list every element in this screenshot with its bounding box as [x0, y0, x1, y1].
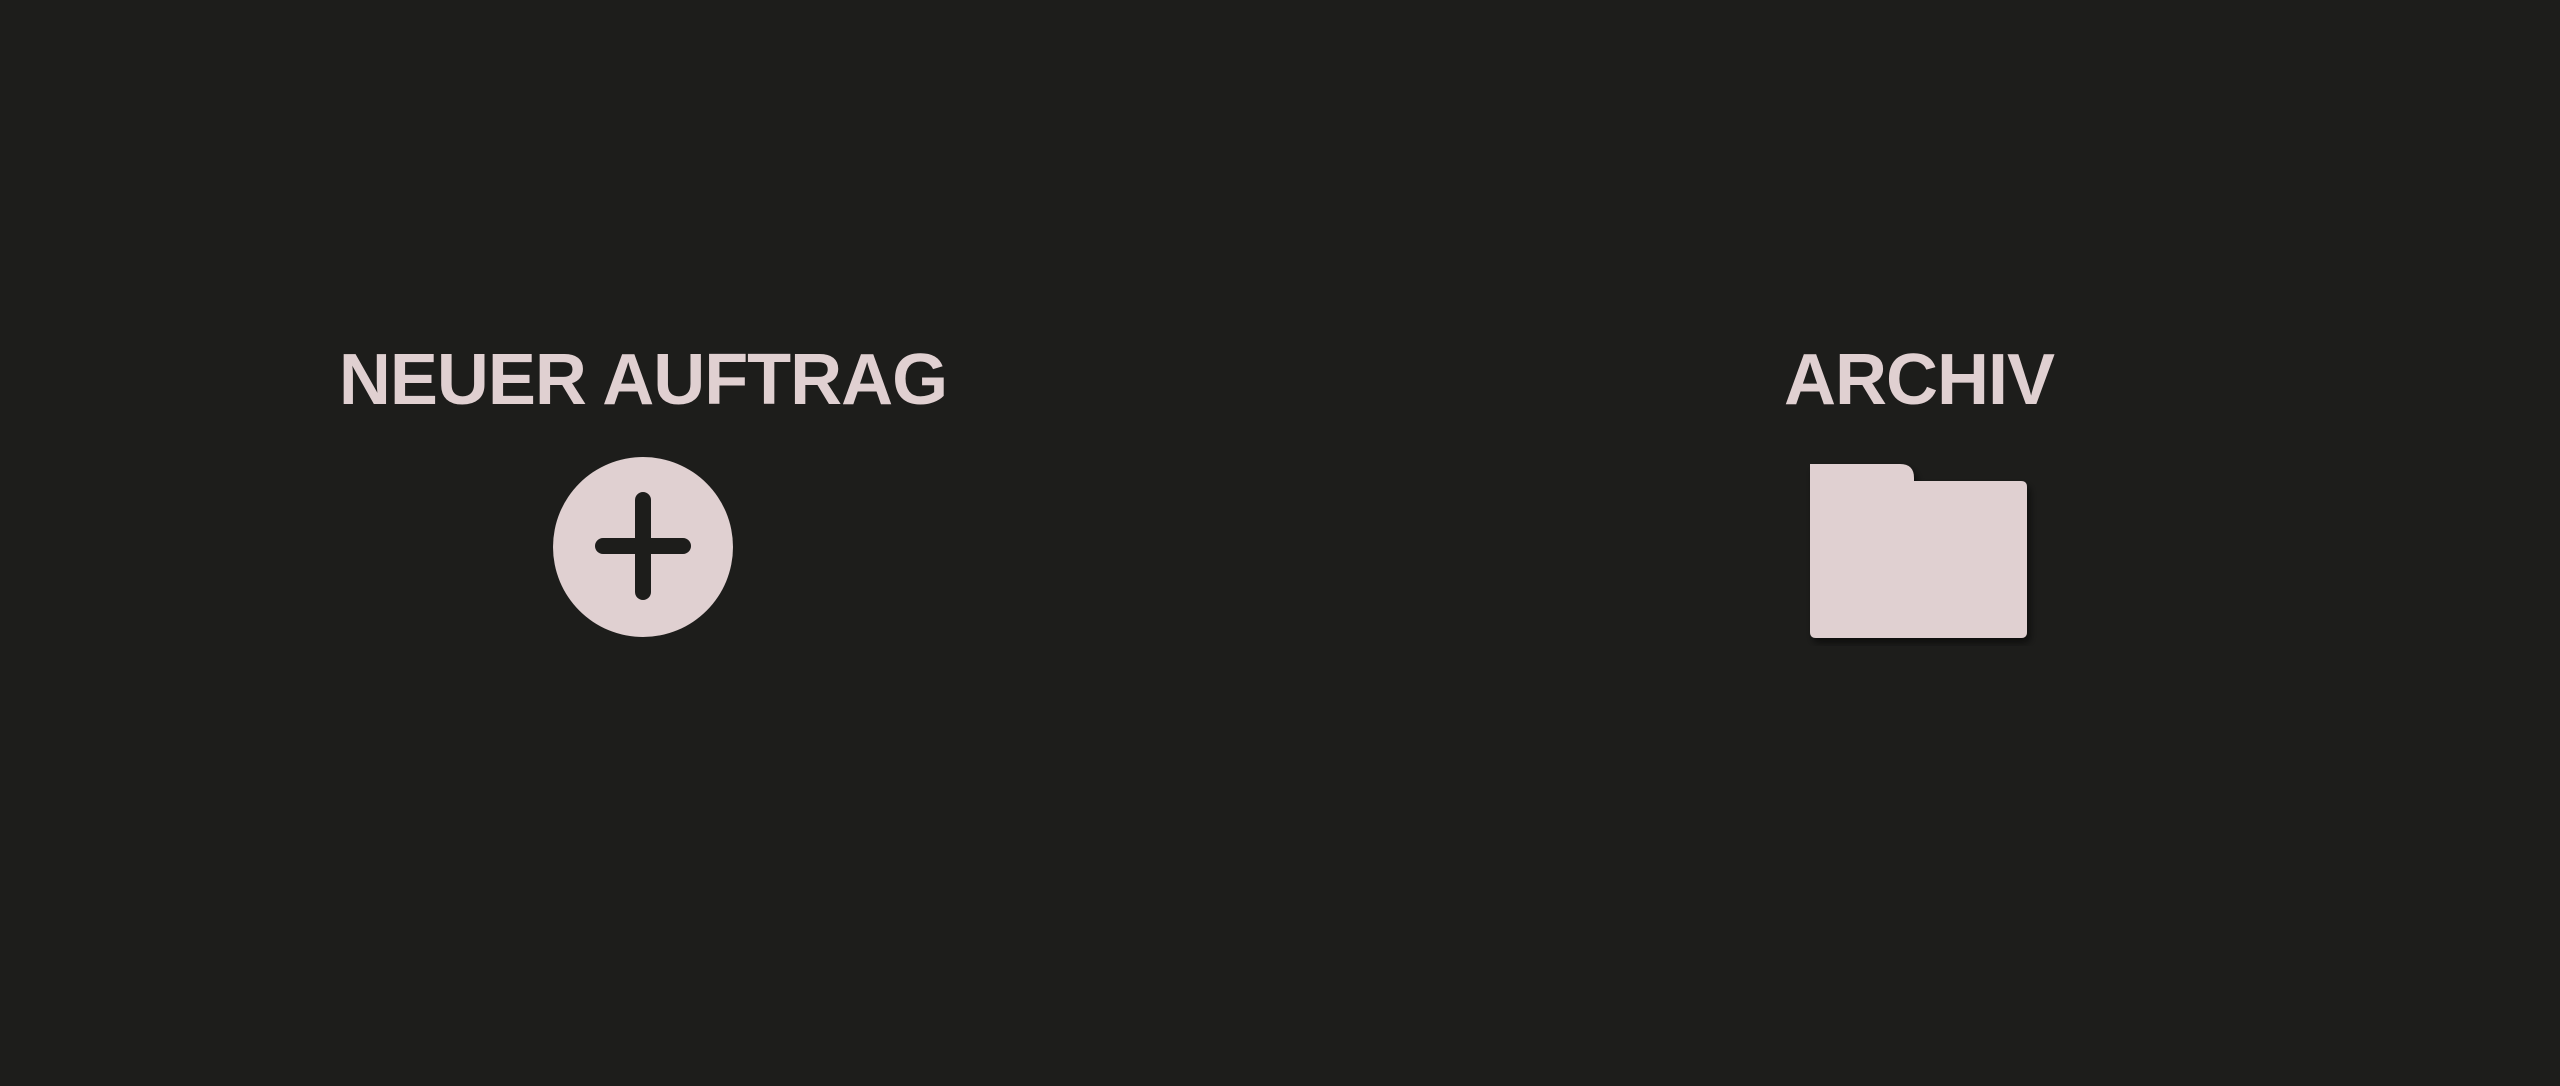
archive-label: ARCHIV	[1784, 340, 2055, 420]
archive-tile[interactable]: ARCHIV	[1784, 340, 2055, 646]
new-order-label: NEUER AUFTRAG	[338, 340, 948, 420]
folder-icon[interactable]	[1801, 456, 2037, 646]
new-order-tile[interactable]: NEUER AUFTRAG	[339, 340, 948, 638]
add-circle-icon[interactable]	[552, 456, 734, 638]
